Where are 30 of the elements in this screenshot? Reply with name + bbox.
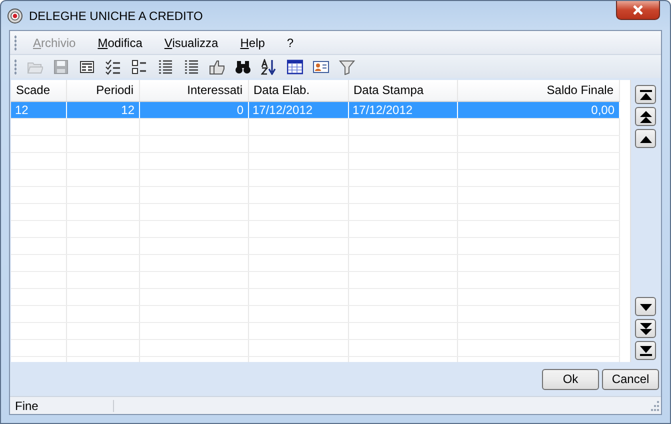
menu-item[interactable]: Visualizza xyxy=(154,32,228,54)
table-cell: 17/12/2012 xyxy=(248,101,348,118)
close-icon xyxy=(632,5,644,15)
column-header[interactable]: Saldo Finale xyxy=(457,80,619,101)
dialog-button[interactable]: Cancel xyxy=(602,368,659,390)
column-header[interactable]: Interessati xyxy=(139,80,248,101)
table-cell: 0 xyxy=(139,101,248,118)
close-button[interactable] xyxy=(616,1,660,20)
table-cell: 12 xyxy=(66,101,139,118)
up-icon[interactable] xyxy=(635,129,656,148)
resize-grip-icon xyxy=(649,400,659,410)
last-icon[interactable] xyxy=(635,341,656,360)
menu-item[interactable]: ? xyxy=(276,32,304,54)
column-header[interactable]: Periodi xyxy=(66,80,139,101)
menu-item[interactable]: Modifica xyxy=(88,32,152,54)
status-text: Fine xyxy=(10,400,114,412)
window-title: DELEGHE UNICHE A CREDITO xyxy=(29,8,203,24)
dialog-button[interactable]: Ok xyxy=(542,368,599,390)
table-cell: 17/12/2012 xyxy=(348,101,457,118)
double-up-icon[interactable] xyxy=(635,107,656,126)
table-cell: 0,00 xyxy=(457,101,619,118)
table-cell: 12 xyxy=(11,101,66,118)
first-icon[interactable] xyxy=(635,85,656,104)
menu-item[interactable]: Help xyxy=(230,32,275,54)
down-icon[interactable] xyxy=(635,297,656,316)
column-header[interactable]: Data Elab. xyxy=(248,80,348,101)
column-header[interactable]: Data Stampa xyxy=(348,80,457,101)
column-header[interactable]: Scade xyxy=(11,80,66,101)
double-down-icon[interactable] xyxy=(635,319,656,338)
app-icon xyxy=(7,8,23,24)
